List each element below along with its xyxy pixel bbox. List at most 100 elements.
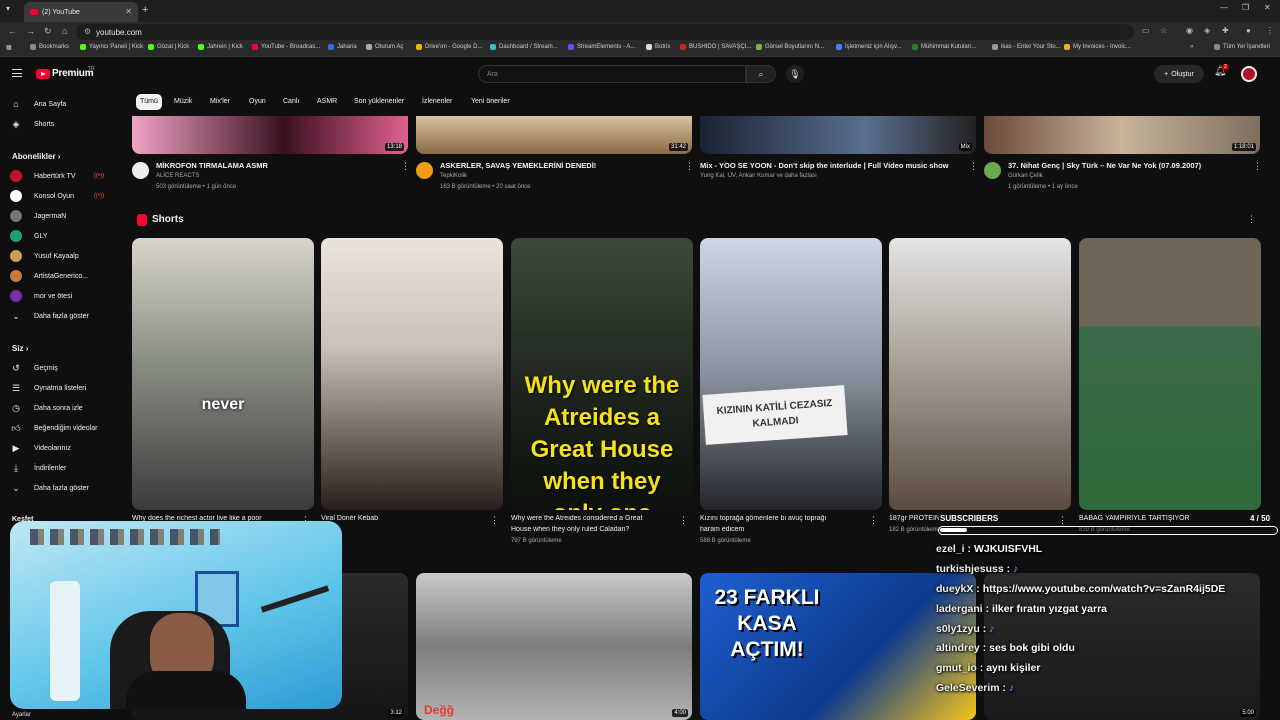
bookmark-item[interactable]: My Invoices - Invoic... (1064, 44, 1131, 50)
home-browser-icon[interactable]: ⌂ (62, 26, 67, 36)
short-title[interactable]: BABAG YAMPİRİYLE TARTIŞIYOR (1079, 515, 1239, 522)
more-options-icon[interactable]: ⋮ (685, 161, 694, 172)
channel-avatar[interactable] (132, 162, 149, 179)
sidebar-item-liked[interactable]: 👍︎ Beğendiğim videolar (10, 419, 97, 437)
video-thumbnail[interactable]: Mix (700, 116, 976, 154)
channel-name[interactable]: Gürkan Çelik (1008, 173, 1043, 179)
tab-close-icon[interactable]: ✕ (125, 7, 132, 16)
chip[interactable]: Müzik (174, 94, 192, 110)
video-title[interactable]: ASKERLER, SAVAŞ YEMEKLERİNİ DENEDİ! (440, 161, 596, 170)
sidebar-item-subscription[interactable]: ArtistaGenerico... (10, 267, 88, 285)
you-heading[interactable]: Siz › (12, 344, 28, 353)
site-info-icon[interactable]: ⚙ (84, 27, 91, 36)
search-input[interactable]: Ara (478, 65, 746, 83)
search-button[interactable]: ⌕ (746, 65, 776, 83)
video-title[interactable]: MİKROFON TIRMALAMA ASMR (156, 161, 268, 170)
new-tab-button[interactable]: + (142, 4, 148, 16)
bookmark-item[interactable]: Gözat | Kick (148, 44, 189, 50)
menu-icon[interactable]: ⋮ (1266, 26, 1274, 35)
bookmark-item[interactable]: StreamElements - A... (568, 44, 635, 50)
more-options-icon[interactable]: ⋮ (1058, 515, 1067, 526)
apps-icon[interactable]: ▦ (6, 44, 12, 51)
chip[interactable]: Son yüklenenler (354, 94, 404, 110)
sidebar-item-history[interactable]: ↺ Geçmiş (10, 359, 58, 377)
short-title[interactable]: 187gr PROTEİN (889, 515, 939, 522)
sidebar-show-more[interactable]: ⌄ Daha fazla göster (10, 307, 89, 325)
chip-all[interactable]: Tümü (136, 94, 162, 110)
video-thumbnail[interactable]: 1:18:01 (984, 116, 1260, 154)
back-icon[interactable]: ← (8, 26, 17, 36)
subscriptions-heading[interactable]: Abonelikler › (12, 152, 60, 161)
video-thumbnail[interactable]: Değğ 4:00 (416, 573, 692, 720)
sidebar-item-downloads[interactable]: ⤓ İndirilenler (10, 459, 66, 477)
bookmarks-overflow-icon[interactable]: » (1190, 44, 1193, 50)
chip[interactable]: ASMR (317, 94, 337, 110)
bookmark-item[interactable]: Yayıncı Paneli | Kick (80, 44, 143, 50)
more-options-icon[interactable]: ⋮ (869, 515, 878, 526)
sidebar-item-home[interactable]: ⌂ Ana Sayfa (10, 95, 66, 113)
short-title[interactable]: Kızını toprağa gömenlere bi avuç toprağı (700, 515, 860, 522)
chip[interactable]: Oyun (249, 94, 266, 110)
bookmark-item[interactable]: Mühimmat Kutuları... (912, 44, 976, 50)
chip[interactable]: Mix'ler (210, 94, 230, 110)
bookmark-item[interactable]: Drive'ım - Google D... (416, 44, 483, 50)
hamburger-menu-icon[interactable] (12, 69, 22, 77)
video-thumbnail[interactable]: 31:42 (416, 116, 692, 154)
sidebar-item-subscription[interactable]: GLY (10, 227, 48, 245)
extension-icon[interactable]: ◉ (1186, 26, 1193, 35)
channel-avatar[interactable] (984, 162, 1001, 179)
bookmark-item[interactable]: Oturum Aç (366, 44, 403, 50)
sidebar-show-more[interactable]: ⌄ Daha fazla göster (10, 479, 89, 497)
sidebar-item-subscription[interactable]: JagermaN (10, 207, 66, 225)
url-field[interactable]: ⚙ youtube.com (76, 24, 1134, 40)
all-bookmarks[interactable]: Tüm Yer İşaretleri (1214, 44, 1270, 50)
cast-icon[interactable]: ▭ (1142, 26, 1150, 35)
bookmark-item[interactable]: Dashboard / Stream... (490, 44, 558, 50)
puzzle-icon[interactable]: ✚ (1222, 26, 1229, 35)
short-thumbnail[interactable] (321, 238, 503, 510)
channel-name[interactable]: Yung Kai, IJV, Ankan Kumar ve daha fazla… (700, 173, 817, 179)
video-title[interactable]: 37. Nihat Genç | Sky Türk – Ne Var Ne Yo… (1008, 161, 1201, 170)
create-button[interactable]: + Oluştur (1154, 65, 1204, 83)
channel-name[interactable]: TepkiKolik (440, 173, 467, 179)
video-thumbnail[interactable]: 23 FARKLI KASA AÇTIM! (700, 573, 976, 720)
sidebar-item-your-videos[interactable]: ▶ Videolarınız (10, 439, 71, 457)
browser-tab[interactable]: (2) YouTube ✕ (24, 2, 138, 22)
bookmark-item[interactable]: Botrix (646, 44, 670, 50)
extension2-icon[interactable]: ◈ (1204, 26, 1210, 35)
profile-icon[interactable]: ● (1246, 26, 1251, 35)
shorts-more-icon[interactable]: ⋮ (1247, 214, 1256, 225)
sidebar-item-watch-later[interactable]: ◷ Daha sonra izle (10, 399, 83, 417)
short-thumbnail[interactable] (889, 238, 1071, 510)
star-icon[interactable]: ☆ (1160, 26, 1167, 35)
reload-icon[interactable]: ↻ (44, 26, 52, 37)
video-title[interactable]: Mix - YOO SE YOON - Don't skip the inter… (700, 161, 949, 170)
channel-avatar[interactable] (416, 162, 433, 179)
bookmark-item[interactable]: Bookmarks (30, 44, 69, 50)
bookmark-item[interactable]: ikas - Enter Your Sto... (992, 44, 1061, 50)
chip[interactable]: Yeni öneriler (471, 94, 510, 110)
sidebar-item-shorts[interactable]: ◈ Shorts (10, 115, 55, 133)
maximize-icon[interactable]: ❐ (1242, 3, 1249, 12)
short-title[interactable]: Viral Donér Kebab (321, 515, 481, 522)
sidebar-item-subscription[interactable]: Konsol Oyun (10, 187, 74, 205)
settings-link[interactable]: Ayarlar (12, 712, 31, 718)
forward-icon[interactable]: → (26, 26, 35, 36)
bookmark-item[interactable]: BUSHIDO | SAVAŞÇI... (680, 44, 751, 50)
more-options-icon[interactable]: ⋮ (969, 161, 978, 172)
sidebar-item-subscription[interactable]: mor ve ötesi (10, 287, 72, 305)
sidebar-item-subscription[interactable]: Habertürk TV (10, 167, 76, 185)
bookmark-item[interactable]: Jahrein | Kick (198, 44, 243, 50)
short-title-line2[interactable]: haram edicem (700, 526, 860, 533)
voice-search-button[interactable]: 🎙︎ (786, 65, 804, 83)
bookmark-item[interactable]: İşletmeniz için Alışv... (836, 44, 902, 50)
more-options-icon[interactable]: ⋮ (401, 161, 410, 172)
channel-name[interactable]: ALİCE REACTS (156, 173, 199, 179)
bookmark-item[interactable]: YouTube - Broadcas... (252, 44, 320, 50)
minimize-icon[interactable]: — (1220, 3, 1228, 12)
short-thumbnail[interactable]: KIZININ KATİLİ CEZASIZ KALMADI (700, 238, 882, 510)
short-thumbnail[interactable]: Why were the Atreides a Great House when… (511, 238, 693, 510)
account-avatar[interactable] (1241, 66, 1257, 82)
window-close-icon[interactable]: ✕ (1264, 3, 1271, 12)
chip[interactable]: Canlı (283, 94, 299, 110)
